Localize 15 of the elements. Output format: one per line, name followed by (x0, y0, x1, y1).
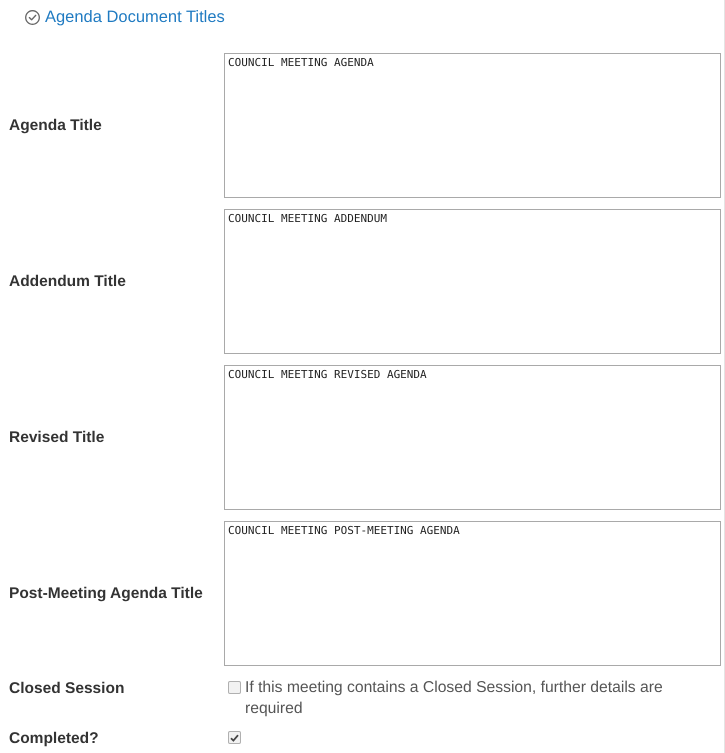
field-label: Revised Title (8, 428, 106, 446)
field-label: Post-Meeting Agenda Title (8, 584, 204, 602)
check-circle-icon (25, 10, 40, 25)
section-title[interactable]: Agenda Document Titles (45, 9, 225, 26)
field-label: Addendum Title (8, 272, 127, 290)
checkbox-label: If this meeting contains a Closed Session, further details are required (245, 678, 664, 719)
text-area[interactable]: COUNCIL MEETING REVISED AGENDA (224, 365, 721, 510)
field-label: Completed? (8, 729, 100, 749)
text-area[interactable]: COUNCIL MEETING ADDENDUM (224, 209, 721, 354)
field-label: Closed Session (8, 679, 126, 699)
text-area[interactable]: COUNCIL MEETING POST-MEETING AGENDA (224, 521, 721, 666)
text-area[interactable]: COUNCIL MEETING AGENDA (224, 53, 721, 198)
checkbox[interactable] (228, 731, 241, 744)
field-label: Agenda Title (8, 116, 103, 134)
checkbox[interactable] (228, 681, 241, 694)
